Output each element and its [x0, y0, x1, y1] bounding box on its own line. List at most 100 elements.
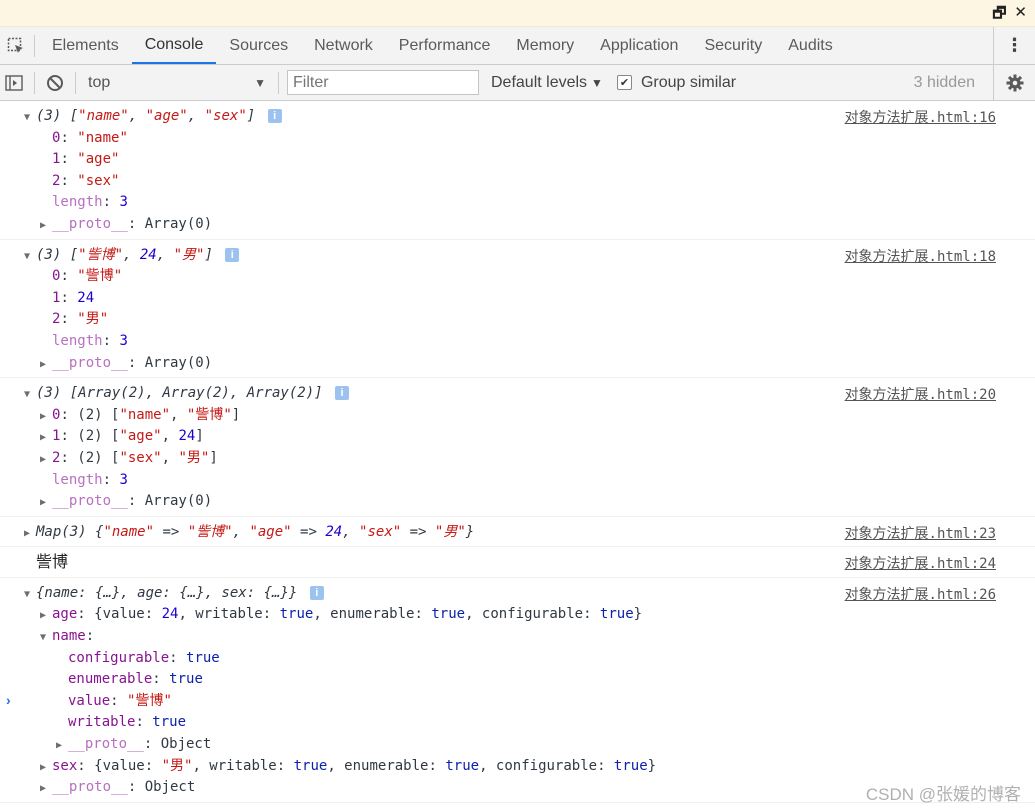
- group-similar-label: Group similar: [640, 73, 737, 91]
- console-output: 对象方法扩展.html:16 ▼ (3) ["name", "age", "sex"…: [0, 101, 1035, 811]
- context-selector[interactable]: top ▼: [82, 74, 272, 92]
- clear-console-icon[interactable]: [41, 65, 69, 100]
- tab-performance[interactable]: Performance: [386, 27, 504, 64]
- console-message: 对象方法扩展.html:26 ▼ {name: {…}, age: {…}, sex…: [0, 578, 1035, 803]
- entry-value: sex: {value: "男", writable: true, enumer…: [52, 757, 657, 774]
- collapse-triangle-icon[interactable]: ▼: [24, 246, 36, 268]
- entry-value: configurable: true: [68, 649, 220, 666]
- tab-audits[interactable]: Audits: [775, 27, 845, 64]
- expand-triangle-icon[interactable]: ▶: [40, 605, 52, 627]
- entry-value: __proto__: Array(0): [52, 493, 213, 510]
- close-icon[interactable]: ✕: [1014, 3, 1027, 28]
- entry-value: 1: "age": [52, 151, 120, 168]
- source-link[interactable]: 对象方法扩展.html:26: [845, 584, 996, 604]
- settings-gear-icon[interactable]: [993, 65, 1035, 100]
- tab-sources[interactable]: Sources: [216, 27, 301, 64]
- entry-value: __proto__: Array(0): [52, 215, 213, 232]
- window-titlebar: 🗗 ✕: [0, 0, 1035, 27]
- property-row[interactable]: ▶ sex: {value: "男", writable: true, enume…: [24, 756, 1035, 778]
- info-icon[interactable]: i: [335, 386, 350, 401]
- property-row: 1: "age": [24, 149, 1035, 171]
- info-icon[interactable]: i: [225, 247, 240, 262]
- entry-value: 1: 24: [52, 289, 95, 306]
- collapse-triangle-icon[interactable]: ▼: [24, 107, 36, 129]
- console-message: 对象方法扩展.html:23 ▶ Map(3) {"name" => "訾博", "…: [0, 517, 1035, 548]
- expand-triangle-icon[interactable]: ▶: [40, 354, 52, 376]
- expand-triangle-icon[interactable]: ▶: [40, 427, 52, 449]
- entry-value: (3) [Array(2), Array(2), Array(2)] i: [36, 385, 350, 401]
- entry-value: value: "訾博": [68, 692, 172, 709]
- entry-value: __proto__: Object: [68, 736, 212, 753]
- tab-security[interactable]: Security: [691, 27, 775, 64]
- info-icon[interactable]: i: [309, 585, 324, 600]
- property-row[interactable]: ▶ __proto__: Object: [24, 734, 1035, 756]
- property-row: length: 3: [24, 470, 1035, 492]
- collapse-triangle-icon[interactable]: ▼: [24, 384, 36, 406]
- entry-value: __proto__: Array(0): [52, 354, 213, 371]
- expand-triangle-icon[interactable]: ▶: [40, 215, 52, 237]
- collapse-triangle-icon[interactable]: ▼: [40, 627, 52, 649]
- inspect-element-icon[interactable]: [0, 27, 32, 64]
- entry-value: writable: true: [68, 714, 187, 731]
- group-similar-toggle[interactable]: ✔ Group similar: [616, 73, 737, 92]
- more-menu-icon[interactable]: ⋮: [993, 27, 1035, 64]
- tab-elements[interactable]: Elements: [39, 27, 132, 64]
- console-prompt[interactable]: ›: [6, 692, 11, 708]
- property-row: configurable: true: [24, 648, 1035, 670]
- expand-triangle-icon[interactable]: ▶: [24, 523, 36, 545]
- entry-value: length: 3: [52, 194, 128, 211]
- entry-value: (3) ["訾博", 24, "男"] i: [36, 247, 240, 263]
- entry-value: (3) ["name", "age", "sex"] i: [36, 108, 282, 124]
- collapse-triangle-icon[interactable]: ▼: [24, 584, 36, 606]
- tab-network[interactable]: Network: [301, 27, 386, 64]
- devtools-tabbar: Elements Console Sources Network Perform…: [0, 27, 1035, 65]
- property-row: writable: true: [24, 712, 1035, 734]
- tab-console[interactable]: Console: [131, 27, 217, 64]
- toggle-sidebar-icon[interactable]: [0, 65, 28, 100]
- expand-triangle-icon[interactable]: ▶: [56, 735, 68, 757]
- tab-memory[interactable]: Memory: [503, 27, 587, 64]
- property-row[interactable]: ▶ __proto__: Array(0): [24, 353, 1035, 375]
- source-link[interactable]: 对象方法扩展.html:20: [845, 384, 996, 404]
- entry-value: length: 3: [52, 471, 128, 488]
- console-message: 对象方法扩展.html:16 ▼ (3) ["name", "age", "sex"…: [0, 101, 1035, 240]
- property-row[interactable]: ▼ name:: [24, 626, 1035, 648]
- source-link[interactable]: 对象方法扩展.html:23: [845, 523, 996, 543]
- property-row[interactable]: ▶ __proto__: Array(0): [24, 491, 1035, 513]
- expand-triangle-icon[interactable]: ▶: [40, 449, 52, 471]
- source-link[interactable]: 对象方法扩展.html:18: [845, 246, 996, 266]
- source-link[interactable]: 对象方法扩展.html:16: [845, 107, 996, 127]
- restore-icon[interactable]: 🗗: [992, 3, 1006, 28]
- hidden-count: 3 hidden: [913, 73, 975, 91]
- property-row[interactable]: ▶ __proto__: Array(0): [24, 214, 1035, 236]
- tab-application[interactable]: Application: [587, 27, 691, 64]
- property-row: length: 3: [24, 331, 1035, 353]
- filter-input[interactable]: [287, 70, 479, 95]
- expand-triangle-icon[interactable]: ▶: [40, 757, 52, 779]
- entry-value: 0: (2) ["name", "訾博"]: [52, 406, 241, 423]
- entry-value: 0: "訾博": [52, 268, 123, 285]
- expand-triangle-icon[interactable]: ▶: [40, 778, 52, 800]
- property-row[interactable]: ▶ age: {value: 24, writable: true, enumer…: [24, 604, 1035, 626]
- property-row[interactable]: ▶ 0: (2) ["name", "訾博"]: [24, 405, 1035, 427]
- console-message: 对象方法扩展.html:18 ▼ (3) ["訾博", 24, "男"] i 0: "…: [0, 240, 1035, 379]
- entry-value: Map(3) {"name" => "訾博", "age" => 24, "se…: [36, 523, 475, 540]
- info-icon[interactable]: i: [267, 109, 282, 123]
- expand-triangle-icon[interactable]: ▶: [40, 492, 52, 514]
- window-controls: 🗗 ✕: [992, 3, 1027, 28]
- property-row: 2: "男": [24, 309, 1035, 331]
- expand-triangle-icon[interactable]: ▶: [40, 406, 52, 428]
- watermark: CSDN @张媛的博客: [865, 785, 1021, 804]
- group-similar-checkbox[interactable]: ✔: [616, 75, 632, 90]
- source-link[interactable]: 对象方法扩展.html:24: [845, 553, 996, 573]
- entry-value: 1: (2) ["age", 24]: [52, 428, 204, 445]
- property-row: 0: "name": [24, 128, 1035, 150]
- toolbar-divider: [278, 71, 279, 94]
- entry-value: 0: "name": [52, 129, 128, 146]
- console-message: 对象方法扩展.html:20 ▼ (3) [Array(2), Array(2), …: [0, 378, 1035, 517]
- entry-value: {name: {…}, age: {…}, sex: {…}} i: [36, 585, 324, 601]
- log-levels-dropdown[interactable]: Default levels ▼: [491, 74, 603, 92]
- console-toolbar: top ▼ Default levels ▼ ✔ Group similar 3…: [0, 65, 1035, 101]
- property-row[interactable]: ▶ 2: (2) ["sex", "男"]: [24, 448, 1035, 470]
- property-row[interactable]: ▶ 1: (2) ["age", 24]: [24, 426, 1035, 448]
